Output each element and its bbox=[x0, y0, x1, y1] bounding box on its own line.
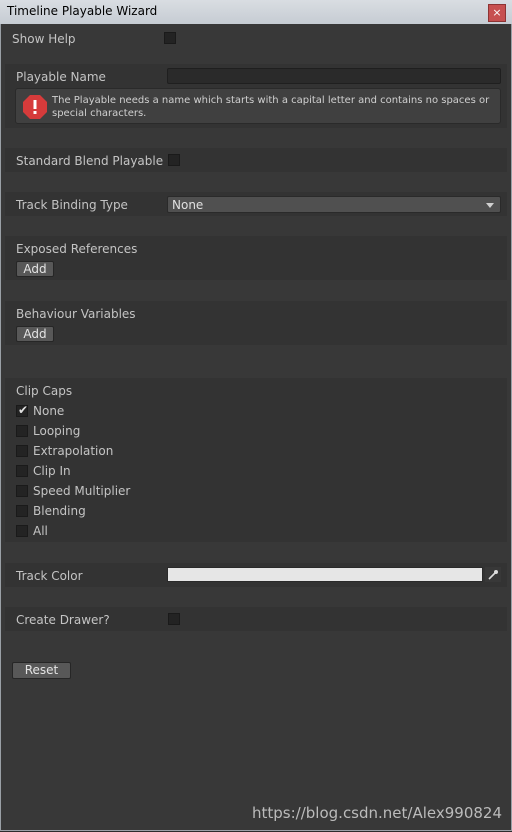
track-binding-label: Track Binding Type bbox=[16, 198, 128, 212]
track-color-label: Track Color bbox=[16, 569, 83, 583]
wizard-content: Show Help Playable Name The Playable nee… bbox=[5, 28, 507, 798]
playable-name-input[interactable] bbox=[167, 68, 501, 84]
clip-cap-label: Extrapolation bbox=[33, 444, 114, 458]
watermark: https://blog.csdn.net/Alex990824 bbox=[252, 804, 502, 822]
reset-button[interactable]: Reset bbox=[12, 662, 71, 679]
behaviour-variables-add-button[interactable]: Add bbox=[16, 326, 54, 342]
track-color-field[interactable] bbox=[167, 567, 483, 582]
clip-cap-label: Speed Multiplier bbox=[33, 484, 131, 498]
clip-cap-label: None bbox=[33, 404, 65, 418]
show-help-checkbox[interactable] bbox=[164, 32, 176, 44]
warning-icon bbox=[23, 95, 47, 119]
checkmark-icon: ✔ bbox=[18, 403, 29, 417]
warning-message: The Playable needs a name which starts w… bbox=[52, 95, 490, 119]
clip-caps-label: Clip Caps bbox=[16, 384, 73, 398]
standard-blend-label: Standard Blend Playable bbox=[16, 154, 164, 168]
track-binding-row: Track Binding Type None bbox=[5, 192, 507, 216]
clip-cap-extrapolation-checkbox[interactable] bbox=[16, 445, 28, 457]
clip-cap-looping-checkbox[interactable] bbox=[16, 425, 28, 437]
clip-cap-clip-in-checkbox[interactable] bbox=[16, 465, 28, 477]
clip-cap-speed-multiplier-checkbox[interactable] bbox=[16, 485, 28, 497]
playable-name-section: Playable Name The Playable needs a name … bbox=[5, 64, 507, 128]
create-drawer-checkbox[interactable] bbox=[168, 613, 180, 625]
clip-cap-label: Blending bbox=[33, 504, 86, 518]
create-drawer-label: Create Drawer? bbox=[16, 613, 110, 627]
show-help-row: Show Help bbox=[5, 28, 507, 50]
clip-cap-label: All bbox=[33, 524, 48, 538]
track-color-row: Track Color bbox=[5, 563, 507, 587]
track-binding-dropdown[interactable]: None bbox=[167, 196, 501, 213]
window-title: Timeline Playable Wizard bbox=[7, 4, 158, 18]
clip-cap-blending-checkbox[interactable] bbox=[16, 505, 28, 517]
clip-cap-all-checkbox[interactable] bbox=[16, 525, 28, 537]
window-titlebar[interactable]: Timeline Playable Wizard × bbox=[0, 0, 512, 25]
clip-cap-label: Looping bbox=[33, 424, 81, 438]
exposed-references-section: Exposed References Add bbox=[5, 236, 507, 280]
eyedropper-icon[interactable] bbox=[485, 567, 501, 582]
close-button[interactable]: × bbox=[488, 4, 506, 22]
exposed-references-label: Exposed References bbox=[16, 242, 138, 256]
standard-blend-row: Standard Blend Playable bbox=[5, 148, 507, 172]
behaviour-variables-label: Behaviour Variables bbox=[16, 307, 136, 321]
warning-helpbox: The Playable needs a name which starts w… bbox=[15, 88, 501, 124]
chevron-down-icon bbox=[486, 203, 494, 208]
create-drawer-row: Create Drawer? bbox=[5, 607, 507, 631]
show-help-label: Show Help bbox=[12, 32, 76, 46]
exposed-references-add-button[interactable]: Add bbox=[16, 261, 54, 277]
clip-cap-label: Clip In bbox=[33, 464, 71, 478]
playable-name-label: Playable Name bbox=[16, 70, 106, 84]
clip-cap-none-checkbox[interactable]: ✔ bbox=[16, 403, 29, 417]
clip-caps-section: Clip Caps ✔ None Looping Extrapolation C… bbox=[5, 378, 507, 542]
standard-blend-checkbox[interactable] bbox=[168, 154, 180, 166]
behaviour-variables-section: Behaviour Variables Add bbox=[5, 301, 507, 345]
track-binding-value: None bbox=[172, 198, 204, 212]
